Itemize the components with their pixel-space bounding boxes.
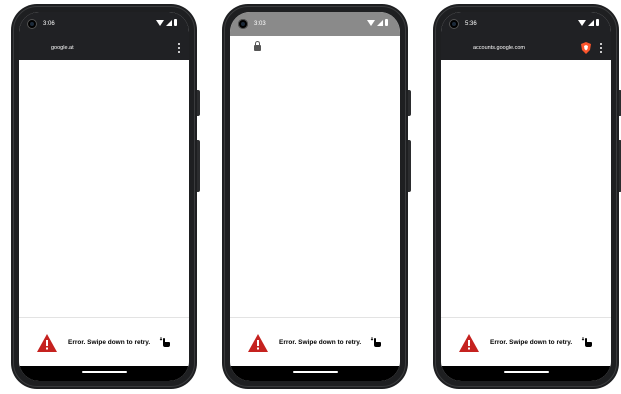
phone-1: 3:06 google.at Error. Swipe down to retr… [11,4,200,389]
volume-button [197,90,200,116]
status-bar: 5:36 [441,12,611,36]
status-bar: 3:03 [230,12,400,36]
phone-screen: 5:36 accounts.google.com Error. Swipe do… [441,12,611,381]
phone-3: 5:36 accounts.google.com Error. Swipe do… [433,4,621,389]
page-content[interactable] [19,60,189,317]
swipe-down-icon [159,337,170,347]
front-camera [27,19,37,29]
error-message: Error. Swipe down to retry. [68,339,151,346]
volume-button [408,90,411,116]
more-vert-icon[interactable] [600,43,602,53]
signal-icon [166,19,172,26]
page-content[interactable] [441,60,611,317]
system-icons [156,19,177,26]
error-bar: Error. Swipe down to retry. [19,317,189,367]
status-time: 3:06 [43,21,55,27]
status-bar: 3:06 [19,12,189,36]
browser-toolbar: google.at [19,36,189,60]
battery-icon [174,19,177,26]
url-text[interactable]: accounts.google.com [473,45,525,52]
system-icons [578,19,599,26]
wifi-icon [578,19,586,26]
wifi-icon [367,19,375,26]
error-message: Error. Swipe down to retry. [490,339,573,346]
more-vert-icon[interactable] [178,43,180,53]
phone-screen: 3:06 google.at Error. Swipe down to retr… [19,12,189,381]
brave-shield-icon[interactable] [581,42,591,54]
warning-icon [459,334,479,352]
url-text[interactable]: google.at [51,45,74,52]
power-button [197,140,200,192]
front-camera [238,19,248,29]
battery-icon [596,19,599,26]
status-time: 3:03 [254,21,266,27]
swipe-down-icon [581,337,592,347]
home-gesture-handle[interactable] [293,371,338,373]
navigation-bar [19,366,189,381]
browser-toolbar: accounts.google.com [441,36,611,60]
error-bar: Error. Swipe down to retry. [441,317,611,367]
signal-icon [377,19,383,26]
status-time: 5:36 [465,21,477,27]
error-bar: Error. Swipe down to retry. [230,317,400,367]
error-message: Error. Swipe down to retry. [279,339,362,346]
lock-icon[interactable] [254,41,261,51]
home-gesture-handle[interactable] [82,371,127,373]
warning-icon [248,334,268,352]
wifi-icon [156,19,164,26]
front-camera [449,19,459,29]
phone-screen: 3:03 Error. Swipe down to retry. [230,12,400,381]
battery-icon [385,19,388,26]
swipe-down-icon [370,337,381,347]
navigation-bar [230,366,400,381]
power-button [408,140,411,192]
page-content[interactable] [230,60,400,317]
system-icons [367,19,388,26]
browser-toolbar [230,36,400,61]
home-gesture-handle[interactable] [504,371,549,373]
phone-2: 3:03 Error. Swipe down to retry. [222,4,411,389]
navigation-bar [441,366,611,381]
signal-icon [588,19,594,26]
warning-icon [37,334,57,352]
